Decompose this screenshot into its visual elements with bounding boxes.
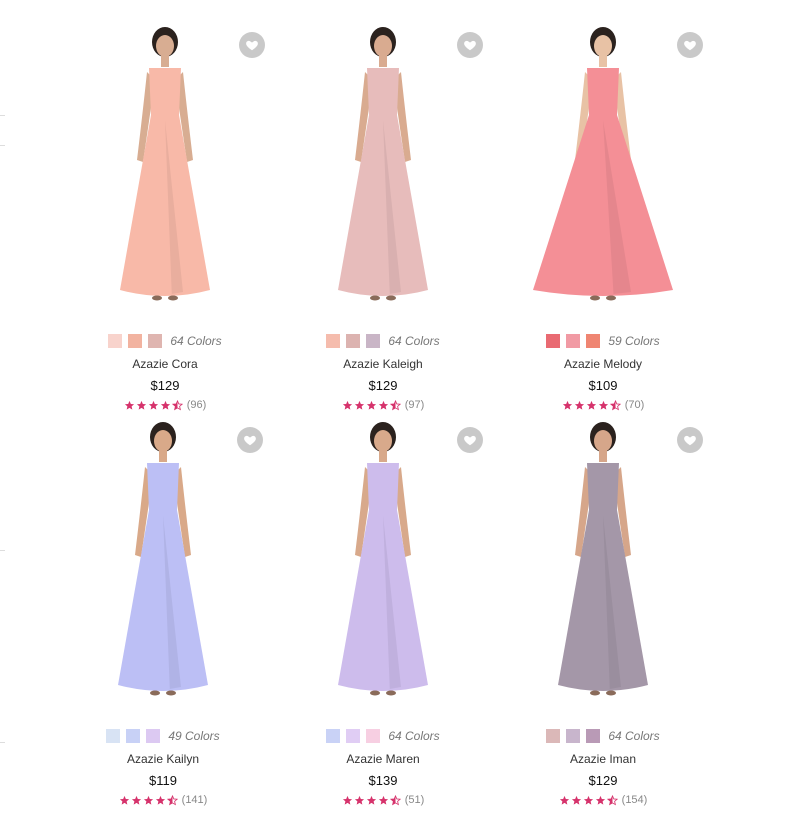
color-swatches: 64 Colors <box>493 728 713 744</box>
divider <box>0 550 5 551</box>
color-swatch[interactable] <box>148 334 163 348</box>
star-icon <box>562 399 621 411</box>
review-count[interactable]: (141) <box>182 794 208 806</box>
rating: (70) <box>493 399 713 411</box>
star-icon <box>342 399 401 411</box>
colors-count[interactable]: 64 Colors <box>388 334 439 348</box>
color-swatch[interactable] <box>546 334 561 348</box>
product-image[interactable] <box>55 20 275 320</box>
colors-count[interactable]: 64 Colors <box>608 729 659 743</box>
heart-icon[interactable] <box>457 32 483 58</box>
color-swatches: 64 Colors <box>273 728 493 744</box>
product-name[interactable]: Azazie Kailyn <box>53 752 273 766</box>
rating: (141) <box>53 794 273 806</box>
color-swatch[interactable] <box>146 729 161 743</box>
review-count[interactable]: (97) <box>405 399 425 411</box>
review-count[interactable]: (70) <box>625 399 645 411</box>
color-swatches: 59 Colors <box>493 333 713 349</box>
color-swatch[interactable] <box>346 334 361 348</box>
product-card[interactable]: 64 Colors Azazie Cora $129 (96) <box>55 20 275 415</box>
color-swatch[interactable] <box>366 729 381 743</box>
colors-count[interactable]: 59 Colors <box>608 334 659 348</box>
color-swatch[interactable] <box>546 729 561 743</box>
product-card[interactable]: 64 Colors Azazie Iman $129 (154) <box>493 415 713 810</box>
color-swatch[interactable] <box>346 729 361 743</box>
colors-count[interactable]: 49 Colors <box>168 729 219 743</box>
color-swatches: 64 Colors <box>273 333 493 349</box>
divider <box>0 145 5 146</box>
product-name[interactable]: Azazie Melody <box>493 357 713 371</box>
color-swatch[interactable] <box>586 729 601 743</box>
product-grid: 64 Colors Azazie Cora $129 (96) 64 Colors Aza… <box>0 0 800 814</box>
color-swatch[interactable] <box>366 334 381 348</box>
product-image[interactable] <box>493 20 713 320</box>
color-swatch[interactable] <box>128 334 143 348</box>
heart-icon[interactable] <box>677 427 703 453</box>
color-swatch[interactable] <box>106 729 121 743</box>
product-name[interactable]: Azazie Maren <box>273 752 493 766</box>
color-swatch[interactable] <box>566 729 581 743</box>
product-price: $139 <box>368 773 398 788</box>
heart-icon[interactable] <box>677 32 703 58</box>
heart-icon[interactable] <box>237 427 263 453</box>
product-price: $129 <box>150 378 180 393</box>
color-swatch[interactable] <box>566 334 581 348</box>
heart-icon[interactable] <box>457 427 483 453</box>
review-count[interactable]: (154) <box>622 794 648 806</box>
product-price: $129 <box>368 378 398 393</box>
rating: (96) <box>55 399 275 411</box>
product-image[interactable] <box>53 415 273 715</box>
color-swatch[interactable] <box>108 334 123 348</box>
product-name[interactable]: Azazie Cora <box>55 357 275 371</box>
rating: (154) <box>493 794 713 806</box>
product-image[interactable] <box>493 415 713 715</box>
review-count[interactable]: (96) <box>187 399 207 411</box>
colors-count[interactable]: 64 Colors <box>170 334 221 348</box>
rating: (51) <box>273 794 493 806</box>
color-swatch[interactable] <box>326 334 341 348</box>
product-price: $119 <box>149 773 177 788</box>
color-swatches: 64 Colors <box>55 333 275 349</box>
star-icon <box>124 399 183 411</box>
color-swatch[interactable] <box>126 729 141 743</box>
product-card[interactable]: 64 Colors Azazie Kaleigh $129 (97) <box>273 20 493 415</box>
heart-icon[interactable] <box>239 32 265 58</box>
product-name[interactable]: Azazie Iman <box>493 752 713 766</box>
review-count[interactable]: (51) <box>405 794 425 806</box>
product-name[interactable]: Azazie Kaleigh <box>273 357 493 371</box>
product-image[interactable] <box>273 20 493 320</box>
color-swatches: 49 Colors <box>53 728 273 744</box>
star-icon <box>559 794 618 806</box>
product-price: $129 <box>588 773 618 788</box>
colors-count[interactable]: 64 Colors <box>388 729 439 743</box>
product-price: $109 <box>588 378 618 393</box>
product-card[interactable]: 59 Colors Azazie Melody $109 (70) <box>493 20 713 415</box>
product-image[interactable] <box>273 415 493 715</box>
star-icon <box>119 794 178 806</box>
divider <box>0 115 5 116</box>
color-swatch[interactable] <box>326 729 341 743</box>
rating: (97) <box>273 399 493 411</box>
color-swatch[interactable] <box>586 334 601 348</box>
product-card[interactable]: 49 Colors Azazie Kailyn $119 (141) <box>53 415 273 810</box>
divider <box>0 742 5 743</box>
star-icon <box>342 794 401 806</box>
product-card[interactable]: 64 Colors Azazie Maren $139 (51) <box>273 415 493 810</box>
